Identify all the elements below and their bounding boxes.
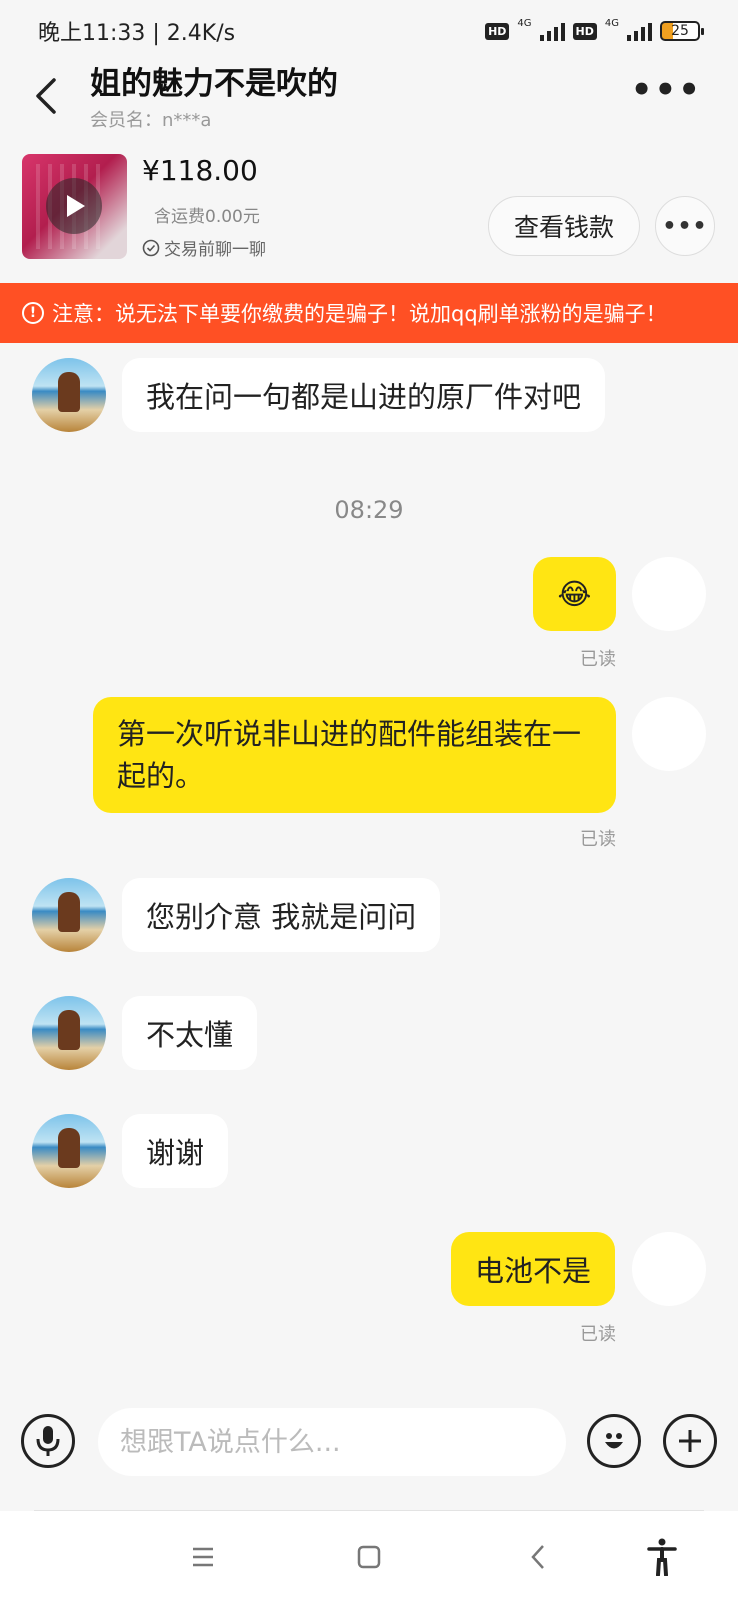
message-bubble-received: 我在问一句都是山进的原厂件对吧 [122, 358, 606, 432]
signal-icon [539, 21, 565, 41]
network-type: 4G [517, 17, 532, 29]
accessibility-button[interactable] [642, 1537, 682, 1577]
message-input-bar [0, 1392, 738, 1510]
status-bar: 晚上11:33 | 2.4K/s HD 4G HD 4G 25 [0, 0, 738, 62]
read-status: 已读 [580, 829, 616, 850]
scam-warning-banner: ! 注意：说无法下单要你缴费的是骗子！说加qq刷单涨粉的是骗子！ [0, 283, 738, 343]
product-price: ¥118.00 [142, 154, 258, 187]
nav-back-icon [531, 1545, 544, 1569]
message-bubble-received: 您别介意 我就是问问 [122, 878, 441, 952]
back-arrow-icon [36, 78, 56, 114]
plus-button[interactable] [663, 1414, 717, 1468]
seller-avatar[interactable] [32, 878, 106, 952]
my-avatar[interactable] [632, 697, 706, 771]
more-dots-icon: ••• [662, 213, 708, 239]
hd-badge-2: HD [572, 22, 597, 40]
system-nav-bar [0, 1511, 738, 1600]
emoji-button[interactable] [587, 1414, 641, 1468]
chat-header: 姐的魅力不是吹的 会员名：n***a ••• [0, 58, 738, 138]
home-button[interactable] [349, 1537, 389, 1577]
read-status: 已读 [580, 649, 616, 670]
member-name: 会员名：n***a [90, 110, 212, 131]
message-bubble-received: 不太懂 [122, 996, 258, 1070]
signal-icon-2 [627, 21, 652, 41]
chat-before-label: 交易前聊一聊 [164, 240, 266, 260]
message-bubble-sent: 第一次听说非山进的配件能组装在一起的。 [93, 697, 616, 813]
emoji-icon [605, 1433, 623, 1449]
message-bubble-sent-emoji: 😂 [533, 557, 616, 631]
my-avatar[interactable] [632, 1232, 706, 1306]
message-timestamp: 08:29 [334, 496, 404, 524]
shipping-fee: 含运费0.00元 [154, 207, 260, 227]
warning-text: 注意：说无法下单要你缴费的是骗子！说加qq刷单涨粉的是骗子！ [52, 302, 667, 326]
microphone-icon [36, 1426, 60, 1456]
product-card: ¥118.00 含运费0.00元 交易前聊一聊 查看钱款 ••• [0, 152, 738, 270]
voice-button[interactable] [21, 1414, 75, 1468]
status-indicators: HD 4G HD 4G 25 [485, 17, 704, 41]
battery-icon: 25 [660, 21, 704, 41]
plus-icon [679, 1430, 701, 1452]
exclamation-icon: ! [22, 302, 44, 324]
chat-before-trade: 交易前聊一聊 [142, 235, 266, 260]
menu-icon [193, 1547, 213, 1567]
seller-avatar[interactable] [32, 996, 106, 1070]
message-bubble-received: 谢谢 [122, 1114, 229, 1188]
status-time: 晚上11:33 | 2.4K/s [38, 21, 236, 46]
check-circle-icon [142, 239, 160, 256]
seller-avatar[interactable] [32, 358, 106, 432]
back-button[interactable] [28, 74, 64, 118]
page-title: 姐的魅力不是吹的 [90, 66, 338, 102]
product-more-button[interactable]: ••• [655, 196, 715, 256]
accessibility-icon [647, 1538, 677, 1576]
view-payment-button[interactable]: 查看钱款 [488, 196, 640, 256]
menu-button[interactable] [183, 1537, 223, 1577]
play-icon [46, 178, 102, 234]
network-type-2: 4G [604, 17, 619, 29]
hd-badge: HD [485, 22, 510, 40]
message-bubble-sent: 电池不是 [451, 1232, 616, 1306]
more-dots-icon[interactable]: ••• [631, 73, 702, 107]
product-thumbnail[interactable] [22, 154, 127, 259]
nav-back-button[interactable] [518, 1537, 558, 1577]
seller-avatar[interactable] [32, 1114, 106, 1188]
read-status: 已读 [580, 1324, 616, 1345]
message-input[interactable] [98, 1408, 566, 1476]
my-avatar[interactable] [632, 557, 706, 631]
home-square-icon [357, 1545, 381, 1569]
